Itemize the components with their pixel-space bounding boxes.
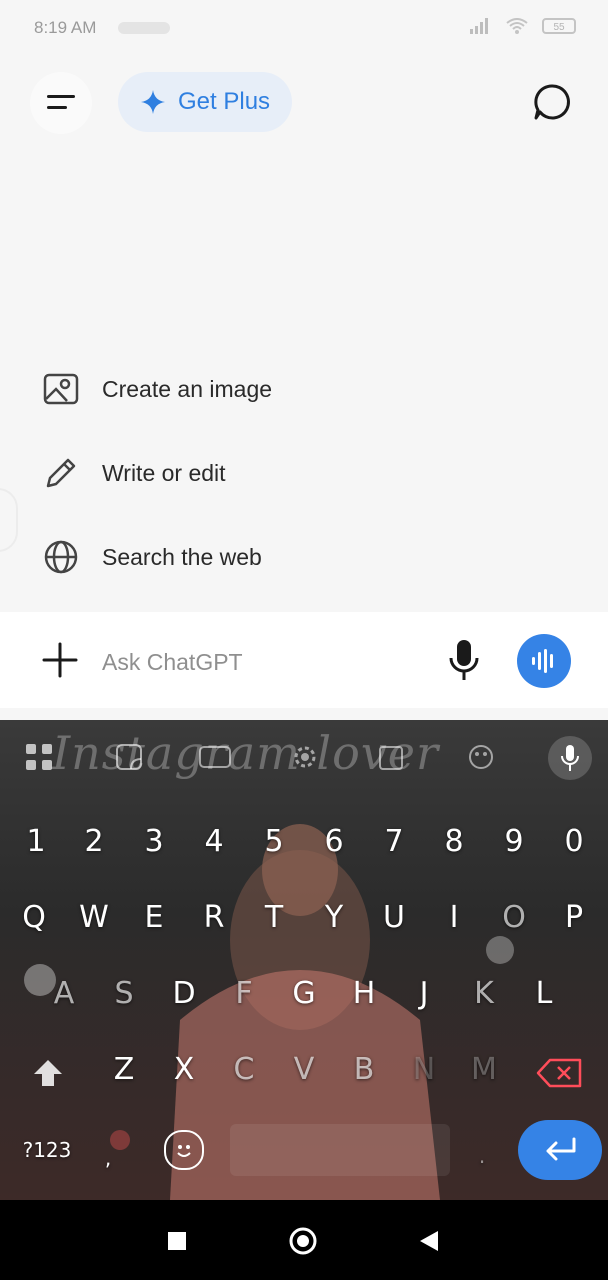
pencil-icon	[40, 452, 82, 494]
key-i[interactable]: I	[428, 888, 480, 948]
key-y[interactable]: Y	[308, 888, 360, 948]
status-bar: 8:19 AM 55	[0, 0, 608, 56]
key-s[interactable]: S	[98, 964, 150, 1024]
ask-chatgpt-input[interactable]	[100, 642, 424, 682]
enter-arrow-icon	[546, 1137, 576, 1161]
add-attachment-icon[interactable]	[40, 640, 80, 680]
back-triangle-icon[interactable]	[414, 1226, 444, 1256]
status-time: 8:19 AM	[34, 18, 97, 37]
key-e[interactable]: E	[128, 888, 180, 948]
key-1[interactable]: 1	[10, 812, 62, 872]
sparkle-icon	[141, 90, 165, 114]
period-key[interactable]: .	[470, 1126, 494, 1186]
globe-icon	[40, 536, 82, 578]
key-f[interactable]: F	[218, 964, 270, 1024]
key-a[interactable]: A	[38, 964, 90, 1024]
key-k[interactable]: K	[458, 964, 510, 1024]
comma-key[interactable]: ,	[98, 1128, 118, 1188]
notification-icons	[118, 22, 170, 34]
key-n[interactable]: N	[398, 1040, 450, 1100]
recents-square-icon[interactable]	[162, 1226, 192, 1256]
settings-gear-icon[interactable]	[288, 740, 322, 774]
apps-grid-icon[interactable]	[22, 740, 56, 774]
key-p[interactable]: P	[548, 888, 600, 948]
suggestion-search-web[interactable]: Search the web	[40, 532, 262, 582]
key-c[interactable]: C	[218, 1040, 270, 1100]
smiley-icon	[177, 1145, 191, 1157]
microphone-icon[interactable]	[444, 638, 484, 682]
get-plus-button[interactable]: Get Plus	[118, 72, 293, 132]
emoji-key[interactable]	[164, 1130, 204, 1170]
key-6[interactable]: 6	[308, 812, 360, 872]
key-j[interactable]: J	[398, 964, 450, 1024]
key-b[interactable]: B	[338, 1040, 390, 1100]
key-8[interactable]: 8	[428, 812, 480, 872]
voice-mode-button[interactable]	[517, 634, 571, 688]
battery-icon: 55	[542, 18, 576, 34]
menu-button[interactable]	[30, 72, 92, 134]
suggestion-write-or-edit[interactable]: Write or edit	[40, 448, 226, 498]
image-icon	[40, 368, 82, 410]
status-icons: 55	[470, 18, 576, 34]
key-z[interactable]: Z	[98, 1040, 150, 1100]
gif-icon[interactable]	[198, 740, 232, 774]
key-2[interactable]: 2	[68, 812, 120, 872]
key-4[interactable]: 4	[188, 812, 240, 872]
theme-icon[interactable]	[464, 740, 498, 774]
keyboard-voice-input-button[interactable]	[548, 736, 592, 780]
key-q[interactable]: Q	[8, 888, 60, 948]
enter-key[interactable]	[518, 1120, 602, 1180]
key-9[interactable]: 9	[488, 812, 540, 872]
suggestion-label: Write or edit	[102, 459, 226, 486]
key-w[interactable]: W	[68, 888, 120, 948]
key-t[interactable]: T	[248, 888, 300, 948]
key-v[interactable]: V	[278, 1040, 330, 1100]
key-m[interactable]: M	[458, 1040, 510, 1100]
signal-icon	[470, 18, 492, 34]
sticker-icon[interactable]	[112, 740, 146, 774]
key-r[interactable]: R	[188, 888, 240, 948]
wifi-icon	[506, 18, 528, 34]
key-3[interactable]: 3	[128, 812, 180, 872]
symbols-key[interactable]: ?123	[14, 1120, 80, 1180]
key-0[interactable]: 0	[548, 812, 600, 872]
menu-icon	[47, 95, 75, 109]
key-h[interactable]: H	[338, 964, 390, 1024]
backspace-icon[interactable]	[536, 1058, 582, 1088]
key-x[interactable]: X	[158, 1040, 210, 1100]
key-5[interactable]: 5	[248, 812, 300, 872]
key-o[interactable]: O	[488, 888, 540, 948]
key-d[interactable]: D	[158, 964, 210, 1024]
suggestion-label: Create an image	[102, 375, 273, 402]
microphone-icon	[561, 745, 579, 771]
key-u[interactable]: U	[368, 888, 420, 948]
get-plus-label: Get Plus	[178, 88, 271, 115]
clipboard-icon[interactable]	[374, 740, 408, 774]
shift-icon[interactable]	[30, 1056, 66, 1092]
key-l[interactable]: L	[518, 964, 570, 1024]
waveform-icon	[532, 649, 553, 673]
new-chat-icon[interactable]	[532, 82, 572, 122]
suggestion-label: Search the web	[102, 543, 262, 570]
home-circle-icon[interactable]	[288, 1226, 318, 1256]
space-key[interactable]	[230, 1124, 450, 1176]
edge-swipe-indicator	[0, 488, 18, 552]
key-7[interactable]: 7	[368, 812, 420, 872]
key-g[interactable]: G	[278, 964, 330, 1024]
suggestion-create-image[interactable]: Create an image	[40, 364, 272, 414]
